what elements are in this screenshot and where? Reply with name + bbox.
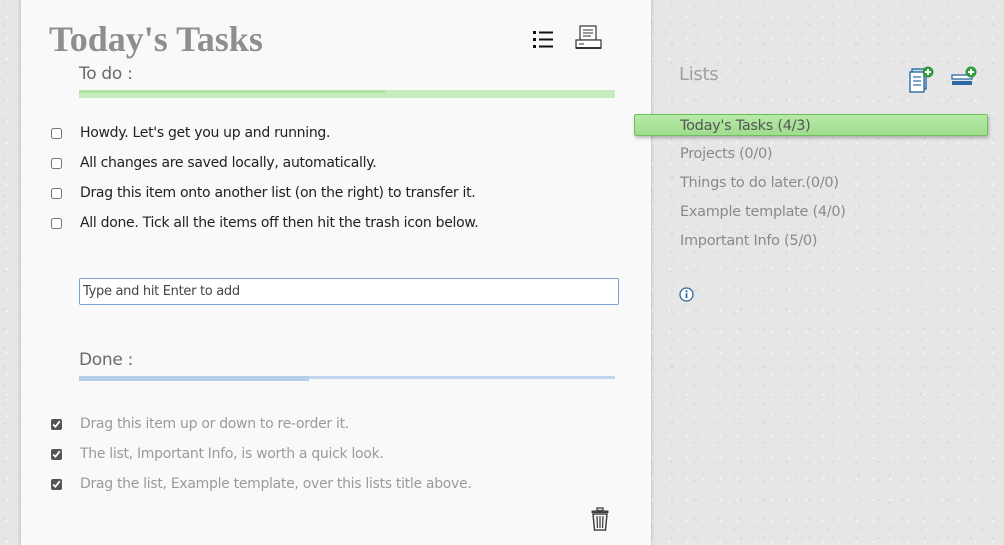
- sidebar-list-projects[interactable]: Projects (0/0): [680, 143, 773, 165]
- todo-item-text: Howdy. Let's get you up and running.: [80, 125, 331, 141]
- todo-item[interactable]: Howdy. Let's get you up and running.: [51, 120, 641, 146]
- done-progress-bar: [79, 376, 615, 381]
- page-title[interactable]: Today's Tasks: [49, 18, 263, 60]
- sidebar-list-things-later[interactable]: Things to do later.(0/0): [680, 172, 839, 194]
- sidebar-list-todays-tasks[interactable]: Today's Tasks (4/3): [634, 114, 988, 136]
- done-item-text: The list, Important Info, is worth a qui…: [80, 446, 384, 462]
- done-checkbox[interactable]: [51, 478, 62, 490]
- add-task-input[interactable]: [79, 278, 619, 305]
- done-checkbox[interactable]: [51, 418, 62, 430]
- done-heading: Done :: [79, 350, 134, 370]
- todo-checkbox[interactable]: [51, 127, 62, 139]
- todo-item[interactable]: Drag this item onto another list (on the…: [51, 180, 641, 206]
- todo-progress-bar: [79, 90, 615, 98]
- todo-checkbox[interactable]: [51, 217, 62, 229]
- done-item-text: Drag this item up or down to re-order it…: [80, 416, 349, 432]
- sidebar-list-example-template[interactable]: Example template (4/0): [680, 201, 846, 223]
- todo-item-text: All changes are saved locally, automatic…: [80, 155, 377, 171]
- done-item-text: Drag the list, Example template, over th…: [80, 476, 472, 492]
- done-progress-fill: [79, 376, 310, 381]
- done-item[interactable]: Drag this item up or down to re-order it…: [51, 411, 641, 437]
- todo-progress-fill: [79, 90, 385, 93]
- done-checkbox[interactable]: [51, 448, 62, 460]
- todo-item[interactable]: All changes are saved locally, automatic…: [51, 150, 641, 176]
- todo-item-text: All done. Tick all the items off then hi…: [80, 215, 479, 231]
- todo-item[interactable]: All done. Tick all the items off then hi…: [51, 210, 641, 236]
- task-panel: Today's Tasks To do : Howdy. Let's get y…: [21, 0, 651, 545]
- print-icon[interactable]: [574, 24, 604, 52]
- info-icon[interactable]: [679, 287, 694, 302]
- new-list-icon[interactable]: [908, 66, 934, 94]
- done-item[interactable]: The list, Important Info, is worth a qui…: [51, 441, 641, 467]
- todo-item-text: Drag this item onto another list (on the…: [80, 185, 476, 201]
- done-item[interactable]: Drag the list, Example template, over th…: [51, 471, 641, 497]
- todo-heading: To do :: [79, 64, 133, 84]
- list-view-icon[interactable]: [532, 28, 554, 50]
- new-template-icon[interactable]: [950, 66, 978, 88]
- trash-icon[interactable]: [590, 507, 610, 531]
- lists-heading: Lists: [679, 64, 719, 85]
- todo-checkbox[interactable]: [51, 187, 62, 199]
- sidebar-list-important-info[interactable]: Important Info (5/0): [680, 230, 818, 252]
- todo-checkbox[interactable]: [51, 157, 62, 169]
